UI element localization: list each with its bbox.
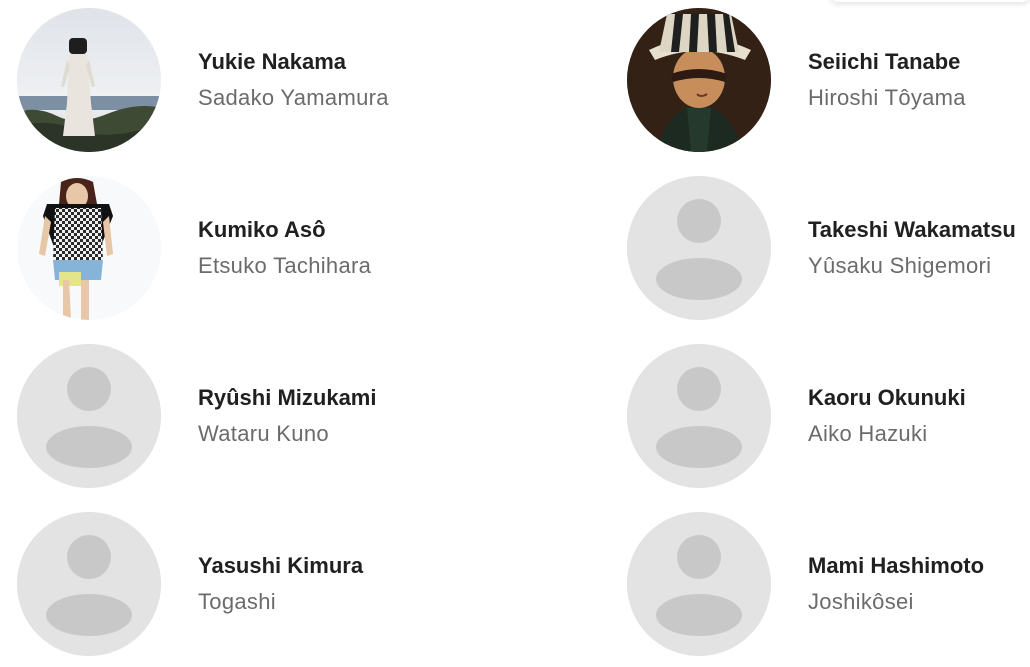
cast-member-card[interactable]: Kumiko Asô Etsuko Tachihara <box>17 176 371 320</box>
actor-photo[interactable] <box>17 8 161 152</box>
person-placeholder-icon <box>627 344 771 488</box>
cast-member-card[interactable]: Yukie Nakama Sadako Yamamura <box>17 8 389 152</box>
overlay-shadow-edge <box>830 0 1030 2</box>
cast-member-info: Yasushi Kimura Togashi <box>198 552 363 616</box>
cast-member-info: Seiichi Tanabe Hiroshi Tôyama <box>808 48 966 112</box>
cast-member-card[interactable]: Ryûshi Mizukami Wataru Kuno <box>17 344 376 488</box>
cast-member-card[interactable]: Yasushi Kimura Togashi <box>17 512 363 656</box>
cast-member-info: Ryûshi Mizukami Wataru Kuno <box>198 384 376 448</box>
photo-man-striped-hat <box>627 8 771 152</box>
character-name: Yûsaku Shigemori <box>808 253 992 278</box>
cast-member-card[interactable]: Kaoru Okunuki Aiko Hazuki <box>627 344 966 488</box>
person-placeholder-icon <box>17 344 161 488</box>
actor-photo[interactable] <box>627 344 771 488</box>
actor-photo[interactable] <box>627 8 771 152</box>
person-placeholder-icon <box>17 512 161 656</box>
character-name: Sadako Yamamura <box>198 85 389 110</box>
actor-photo[interactable] <box>627 512 771 656</box>
character-name: Hiroshi Tôyama <box>808 85 966 110</box>
cast-list: Yukie Nakama Sadako Yamamura Seiichi Tan… <box>0 0 1030 667</box>
character-name: Etsuko Tachihara <box>198 253 372 278</box>
actor-name[interactable]: Kumiko Asô <box>198 216 371 244</box>
cast-member-card[interactable]: Seiichi Tanabe Hiroshi Tôyama <box>627 8 966 152</box>
actor-name[interactable]: Kaoru Okunuki <box>808 384 966 412</box>
cast-member-info: Yukie Nakama Sadako Yamamura <box>198 48 389 112</box>
cast-member-card[interactable]: Takeshi Wakamatsu Yûsaku Shigemori <box>627 176 1016 320</box>
actor-photo[interactable] <box>17 512 161 656</box>
character-name: Joshikôsei <box>808 589 914 614</box>
character-name: Aiko Hazuki <box>808 421 928 446</box>
actor-photo[interactable] <box>17 344 161 488</box>
cast-member-info: Mami Hashimoto Joshikôsei <box>808 552 984 616</box>
actor-name[interactable]: Yasushi Kimura <box>198 552 363 580</box>
actor-photo[interactable] <box>627 176 771 320</box>
cast-member-card[interactable]: Mami Hashimoto Joshikôsei <box>627 512 984 656</box>
actor-name[interactable]: Mami Hashimoto <box>808 552 984 580</box>
character-name: Togashi <box>198 589 276 614</box>
actor-name[interactable]: Yukie Nakama <box>198 48 389 76</box>
person-placeholder-icon <box>627 176 771 320</box>
cast-member-info: Kumiko Asô Etsuko Tachihara <box>198 216 371 280</box>
actor-name[interactable]: Takeshi Wakamatsu <box>808 216 1016 244</box>
character-name: Wataru Kuno <box>198 421 329 446</box>
cast-member-info: Takeshi Wakamatsu Yûsaku Shigemori <box>808 216 1016 280</box>
cast-member-info: Kaoru Okunuki Aiko Hazuki <box>808 384 966 448</box>
actor-photo[interactable] <box>17 176 161 320</box>
photo-woman-checkered-top <box>17 176 161 320</box>
actor-name[interactable]: Ryûshi Mizukami <box>198 384 376 412</box>
person-placeholder-icon <box>627 512 771 656</box>
photo-woman-white-dress-seaside <box>17 8 161 152</box>
actor-name[interactable]: Seiichi Tanabe <box>808 48 966 76</box>
